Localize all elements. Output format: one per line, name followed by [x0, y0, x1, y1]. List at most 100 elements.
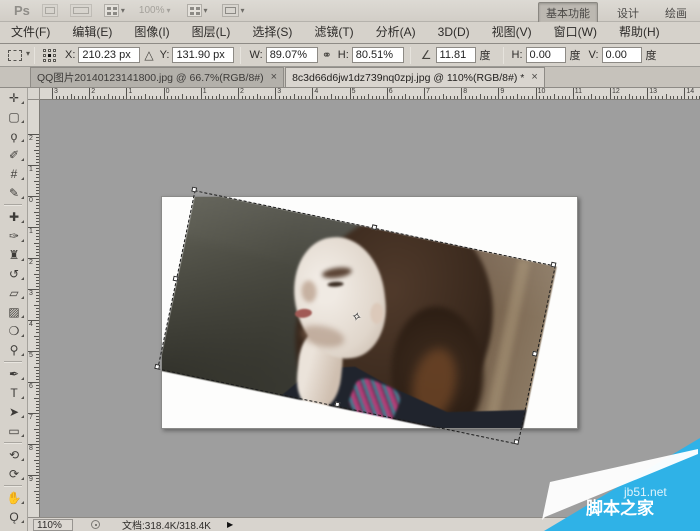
blur-tool[interactable]: ❍: [0, 321, 28, 340]
brush-tool[interactable]: ✑: [0, 226, 28, 245]
relative-position-icon[interactable]: △: [144, 48, 153, 62]
view-extras-icon[interactable]: [70, 4, 92, 17]
transform-handle-top-right[interactable]: [551, 262, 557, 268]
ruler-tick: [584, 96, 585, 99]
menu-analysis[interactable]: 分析(A): [365, 22, 427, 43]
workspace-essentials-button[interactable]: 基本功能: [538, 2, 598, 24]
close-icon[interactable]: ×: [531, 72, 537, 83]
document-tab-title: 8c3d66d6jw1dz739nq0zpj.jpg @ 110%(RGB/8#…: [292, 72, 524, 84]
menu-layer[interactable]: 图层(L): [181, 22, 242, 43]
horizontal-ruler[interactable]: 32101234567891011121314: [40, 88, 700, 100]
crop-tool[interactable]: #: [0, 164, 28, 183]
canvas-area[interactable]: ✧: [40, 100, 700, 517]
lasso-tool[interactable]: ϙ: [0, 126, 28, 145]
vertical-ruler[interactable]: 210123456789: [28, 100, 40, 517]
document-tab[interactable]: QQ图片20140123141800.jpg @ 66.7%(RGB/8#) ×: [30, 67, 284, 87]
transform-handle-middle-left[interactable]: [173, 275, 179, 281]
3d-orbit-tool[interactable]: ⟳: [0, 464, 28, 483]
width-scale-field[interactable]: [266, 47, 318, 63]
launch-bridge-icon[interactable]: [42, 4, 58, 17]
eraser-tool[interactable]: ▱: [0, 283, 28, 302]
hand-tool[interactable]: ✋: [0, 488, 28, 507]
clone-stamp-tool[interactable]: ♜: [0, 245, 28, 264]
ruler-tick: [145, 94, 146, 99]
rotation-angle-field[interactable]: [436, 47, 476, 63]
ruler-tick: [260, 96, 261, 99]
menu-3d[interactable]: 3D(D): [427, 22, 481, 43]
eyedropper-tool[interactable]: ✎: [0, 183, 28, 202]
menu-window[interactable]: 窗口(W): [543, 22, 608, 43]
history-brush-tool[interactable]: ↺: [0, 264, 28, 283]
menu-view[interactable]: 视图(V): [481, 22, 543, 43]
workspace-design-button[interactable]: 设计: [610, 3, 646, 23]
ruler-tick: [573, 88, 574, 99]
gradient-tool[interactable]: ▨: [0, 302, 28, 321]
ruler-tick: [36, 218, 39, 219]
chevron-down-icon[interactable]: ▾: [167, 6, 171, 15]
transform-reference-point[interactable]: ✧: [350, 308, 364, 326]
y-position-field[interactable]: [172, 47, 234, 63]
ruler-tick: [36, 323, 39, 324]
rectangular-marquee-tool[interactable]: ▢: [0, 107, 28, 126]
arrange-documents-icon[interactable]: [187, 4, 202, 17]
chevron-down-icon[interactable]: ▾: [121, 6, 125, 15]
ruler-tick: [36, 140, 39, 141]
transform-handle-bottom-center[interactable]: [334, 401, 340, 407]
ruler-tick: [36, 215, 39, 216]
path-selection-tool[interactable]: ➤: [0, 402, 28, 421]
v-skew-field[interactable]: [602, 47, 642, 63]
close-icon[interactable]: ×: [271, 72, 277, 83]
h-skew-field[interactable]: [526, 47, 566, 63]
ruler-number: 5: [29, 352, 33, 359]
document-tab-active[interactable]: 8c3d66d6jw1dz739nq0zpj.jpg @ 110%(RGB/8#…: [285, 67, 545, 87]
menu-select[interactable]: 选择(S): [241, 22, 303, 43]
menu-file[interactable]: 文件(F): [0, 22, 61, 43]
transform-handle-middle-right[interactable]: [532, 350, 538, 356]
ruler-corner[interactable]: [28, 88, 40, 100]
status-expand-arrow[interactable]: ▶: [227, 520, 233, 529]
3d-rotate-tool[interactable]: ⟲: [0, 445, 28, 464]
height-scale-field[interactable]: [352, 47, 404, 63]
pen-tool[interactable]: ✒: [0, 364, 28, 383]
ruler-tick: [52, 88, 53, 99]
ruler-tick: [335, 96, 336, 99]
ruler-tick: [36, 301, 39, 302]
ruler-tick: [36, 298, 39, 299]
status-zoom-field[interactable]: 110%: [33, 519, 73, 531]
menu-edit[interactable]: 编辑(E): [61, 22, 123, 43]
x-position-field[interactable]: [78, 47, 140, 63]
reference-point-locator[interactable]: [43, 49, 56, 62]
rounded-rectangle-tool[interactable]: ▭: [0, 421, 28, 440]
menu-image[interactable]: 图像(I): [123, 22, 180, 43]
chevron-down-icon[interactable]: ▾: [241, 6, 245, 15]
ruler-tick: [36, 280, 39, 281]
transform-handle-top-left[interactable]: [191, 187, 197, 193]
move-tool[interactable]: ✛: [0, 88, 28, 107]
ruler-tick: [78, 96, 79, 99]
transform-handle-bottom-right[interactable]: [513, 439, 519, 445]
ruler-tick: [569, 96, 570, 99]
transform-handle-bottom-left[interactable]: [154, 364, 160, 370]
ruler-tick: [658, 96, 659, 99]
ruler-tick: [249, 96, 250, 99]
chevron-down-icon[interactable]: ▾: [204, 6, 208, 15]
menu-filter[interactable]: 滤镜(T): [303, 22, 364, 43]
tool-preset-icon[interactable]: [6, 48, 28, 63]
mini-bridge-icon[interactable]: [104, 4, 119, 17]
ruler-tick: [350, 88, 351, 99]
spot-healing-brush-tool[interactable]: ✚: [0, 207, 28, 226]
screen-mode-icon[interactable]: [222, 4, 239, 17]
type-tool[interactable]: T: [0, 383, 28, 402]
link-dimensions-icon[interactable]: ⚭: [322, 48, 332, 62]
dodge-tool[interactable]: ⚲: [0, 340, 28, 359]
ruler-tick: [36, 162, 39, 163]
ruler-tick: [138, 96, 139, 99]
workspace-painting-button[interactable]: 绘画: [658, 3, 694, 23]
quick-selection-tool[interactable]: ✐: [0, 145, 28, 164]
ruler-tick: [696, 96, 697, 99]
ruler-tick: [212, 96, 213, 99]
transform-handle-top-center[interactable]: [371, 224, 377, 230]
menu-help[interactable]: 帮助(H): [608, 22, 671, 43]
zoom-tool[interactable]: Ǫ: [0, 507, 28, 526]
zoom-level-dropdown[interactable]: 100%: [139, 5, 165, 16]
